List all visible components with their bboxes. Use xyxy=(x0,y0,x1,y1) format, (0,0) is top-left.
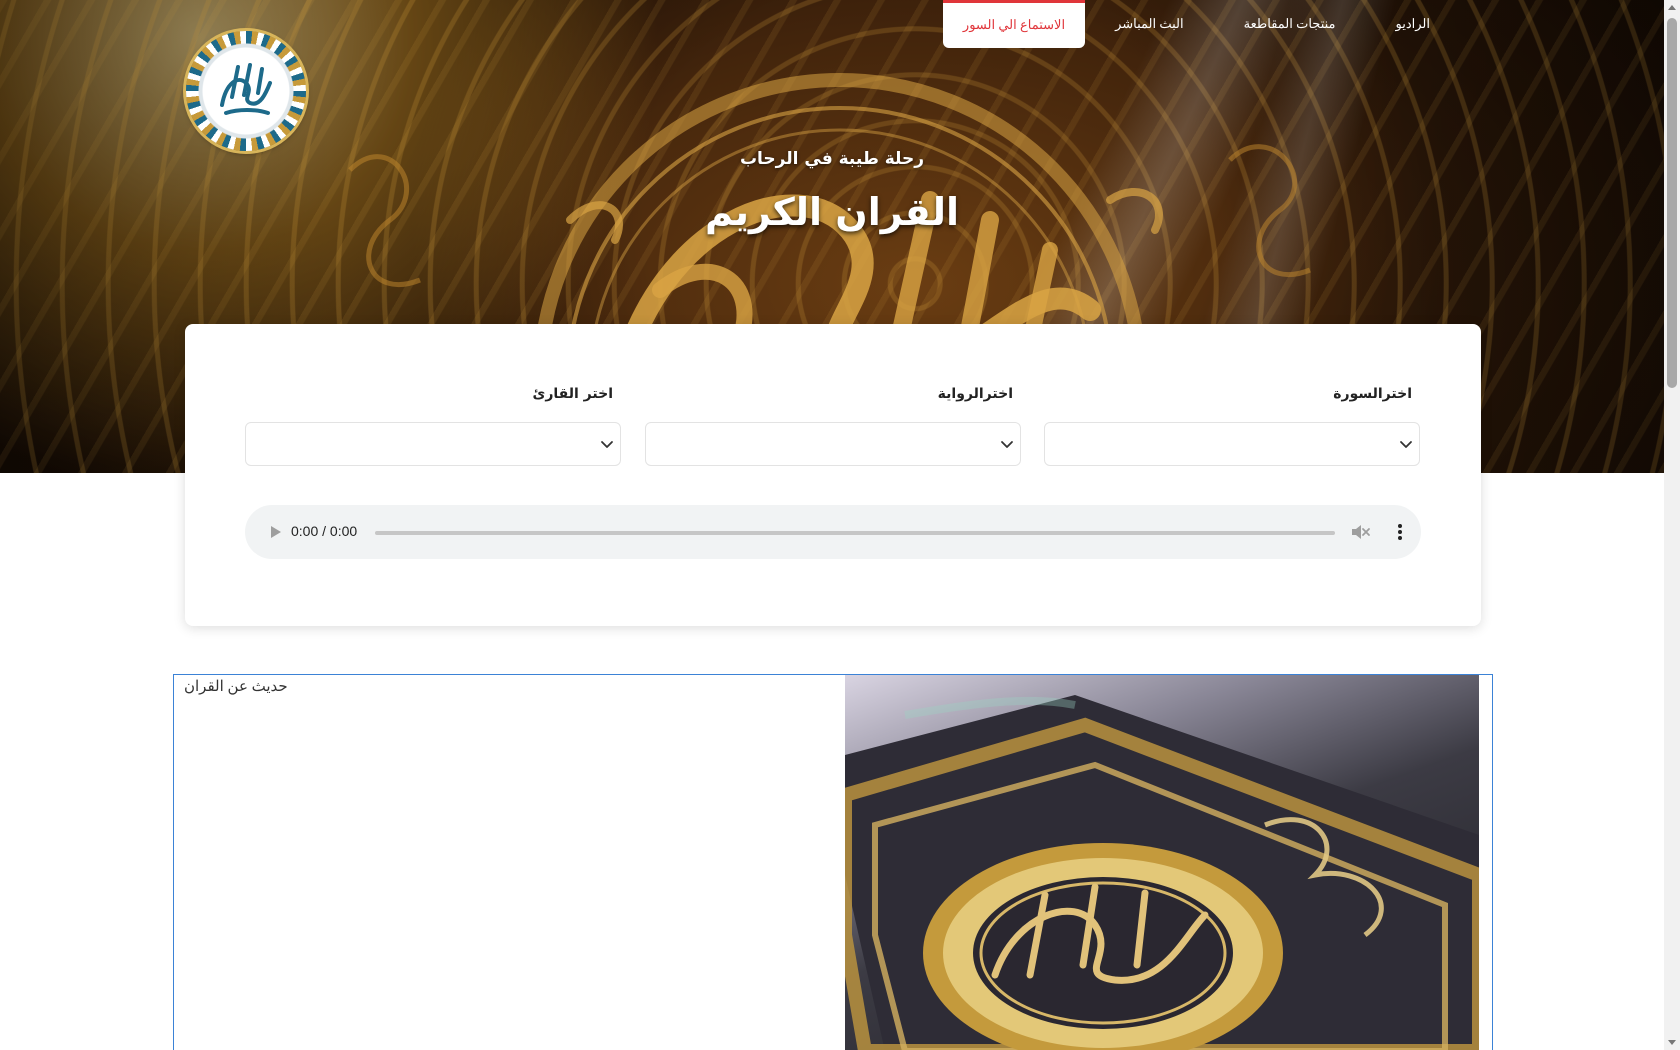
audio-player: 0:00 / 0:00 xyxy=(245,505,1421,559)
play-icon[interactable] xyxy=(265,522,285,542)
mute-icon[interactable] xyxy=(1349,521,1371,543)
surah-player-card: اخترالسورة اخترالرواية اختر القارئ 0:00 … xyxy=(185,324,1481,626)
chevron-down-icon xyxy=(1400,441,1412,448)
surah-field: اخترالسورة xyxy=(1044,386,1420,466)
scroll-up-icon[interactable] xyxy=(1668,5,1676,10)
riwaya-label: اخترالرواية xyxy=(937,386,1013,402)
hero-title: القران الكريم xyxy=(704,190,960,234)
hero-subtitle: رحلة طيبة في الرحاب xyxy=(739,149,925,169)
site-logo[interactable] xyxy=(186,31,306,151)
nav-item-boycott-products[interactable]: منتجات المقاطعة xyxy=(1214,0,1366,48)
main-navigation: الراديو منتجات المقاطعة البث المباشر الا… xyxy=(933,0,1460,50)
chevron-down-icon xyxy=(601,441,613,448)
page-scrollbar[interactable] xyxy=(1664,0,1680,1050)
scroll-thumb[interactable] xyxy=(1667,18,1677,388)
about-quran-section[interactable]: حديث عن القران xyxy=(173,674,1493,1050)
quran-book-image xyxy=(845,675,1479,1050)
nav-item-listen-surahs[interactable]: الاستماع الي السور xyxy=(942,0,1086,48)
surah-select[interactable] xyxy=(1044,422,1420,466)
about-quran-text: حديث عن القران xyxy=(184,679,288,695)
quran-calligraphy-icon xyxy=(220,63,272,115)
more-options-icon[interactable] xyxy=(1389,521,1411,543)
reciter-label: اختر القارئ xyxy=(532,386,613,402)
chevron-down-icon xyxy=(1001,441,1013,448)
surah-label: اخترالسورة xyxy=(1333,386,1412,402)
reciter-select[interactable] xyxy=(245,422,621,466)
nav-item-radio[interactable]: الراديو xyxy=(1366,0,1460,48)
riwaya-field: اخترالرواية xyxy=(645,386,1021,466)
reciter-field: اختر القارئ xyxy=(245,386,621,466)
quran-book-illustration xyxy=(845,695,1479,1050)
riwaya-select[interactable] xyxy=(645,422,1021,466)
audio-progress-track[interactable] xyxy=(375,531,1335,535)
audio-time: 0:00 / 0:00 xyxy=(291,523,358,539)
scroll-down-icon[interactable] xyxy=(1668,1040,1676,1045)
nav-item-live-broadcast[interactable]: البث المباشر xyxy=(1085,0,1214,48)
